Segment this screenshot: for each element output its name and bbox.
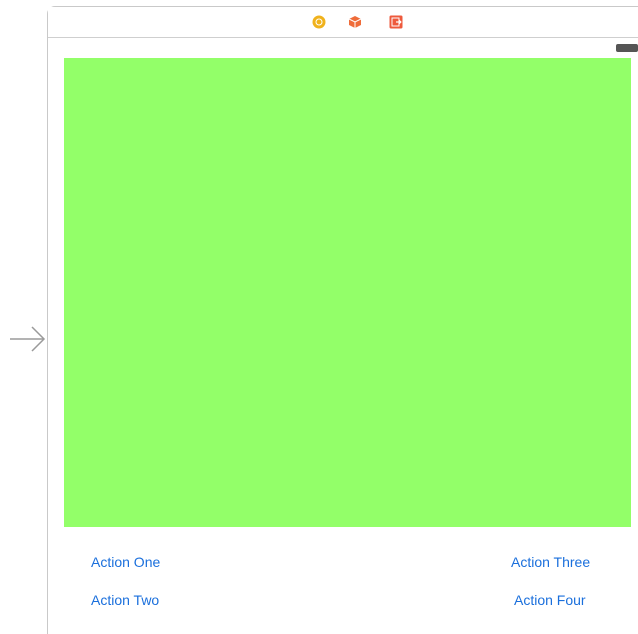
first-responder-icon[interactable] (348, 15, 362, 29)
action-one-button[interactable]: Action One (91, 554, 160, 570)
view-controller-icon[interactable] (312, 15, 326, 29)
action-four-button[interactable]: Action Four (514, 592, 586, 608)
initial-view-controller-arrow-icon (10, 326, 46, 352)
action-three-button[interactable]: Action Three (511, 554, 590, 570)
exit-icon[interactable] (389, 15, 403, 29)
battery-icon (616, 44, 638, 52)
action-two-button[interactable]: Action Two (91, 592, 159, 608)
view-controller-scene[interactable]: Action One Action Two Action Three Actio… (47, 6, 638, 634)
scene-dock (48, 7, 638, 38)
green-content-view[interactable] (64, 58, 631, 527)
storyboard-canvas: Action One Action Two Action Three Actio… (0, 0, 638, 634)
